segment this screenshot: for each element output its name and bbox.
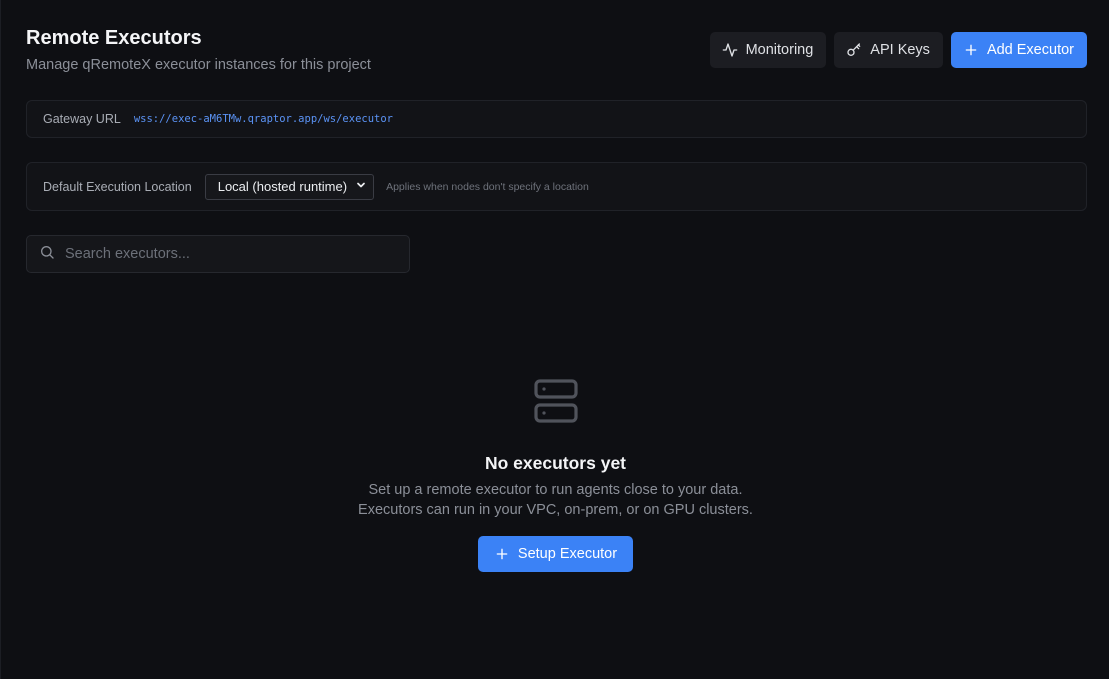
- search-box: [26, 235, 410, 273]
- monitoring-button[interactable]: Monitoring: [709, 32, 827, 68]
- server-icon: [532, 377, 580, 430]
- execution-location-hint: Applies when nodes don't specify a locat…: [386, 180, 589, 193]
- header-actions: Monitoring API Keys Add Executor: [709, 32, 1087, 68]
- activity-icon: [722, 42, 738, 58]
- api-keys-label: API Keys: [870, 42, 930, 58]
- empty-state-line-1: Set up a remote executor to run agents c…: [368, 482, 743, 498]
- search-input[interactable]: [65, 246, 385, 262]
- key-icon: [846, 42, 862, 58]
- add-executor-label: Add Executor: [986, 42, 1074, 58]
- empty-state: No executors yet Set up a remote executo…: [1, 377, 1109, 572]
- gateway-url-label: Gateway URL: [43, 112, 121, 126]
- execution-location-panel: Default Execution Location Local (hosted…: [26, 162, 1087, 211]
- gateway-url-value[interactable]: wss://exec-aM6TMw.qraptor.app/ws/executo…: [134, 113, 393, 125]
- gateway-url-panel: Gateway URL wss://exec-aM6TMw.qraptor.ap…: [26, 100, 1087, 138]
- empty-state-description: Set up a remote executor to run agents c…: [358, 480, 753, 520]
- execution-location-select[interactable]: Local (hosted runtime): [204, 173, 375, 200]
- monitoring-label: Monitoring: [745, 42, 814, 58]
- search-icon: [39, 244, 55, 265]
- page-header: Remote Executors Manage qRemoteX executo…: [26, 26, 371, 74]
- execution-location-label: Default Execution Location: [43, 179, 192, 194]
- add-executor-button[interactable]: Add Executor: [950, 32, 1087, 68]
- page-subtitle: Manage qRemoteX executor instances for t…: [26, 57, 371, 73]
- setup-executor-label: Setup Executor: [517, 546, 618, 562]
- remote-executors-page: Remote Executors Manage qRemoteX executo…: [0, 0, 1109, 679]
- empty-state-line-2: Executors can run in your VPC, on-prem, …: [358, 502, 753, 518]
- chevron-down-icon: [355, 179, 367, 194]
- page-title: Remote Executors: [26, 27, 202, 49]
- plus-icon: [963, 42, 979, 58]
- execution-location-selected: Local (hosted runtime): [217, 179, 348, 194]
- setup-executor-button[interactable]: Setup Executor: [477, 536, 634, 572]
- empty-state-title: No executors yet: [484, 453, 627, 473]
- plus-icon: [494, 546, 510, 562]
- api-keys-button[interactable]: API Keys: [834, 32, 943, 68]
